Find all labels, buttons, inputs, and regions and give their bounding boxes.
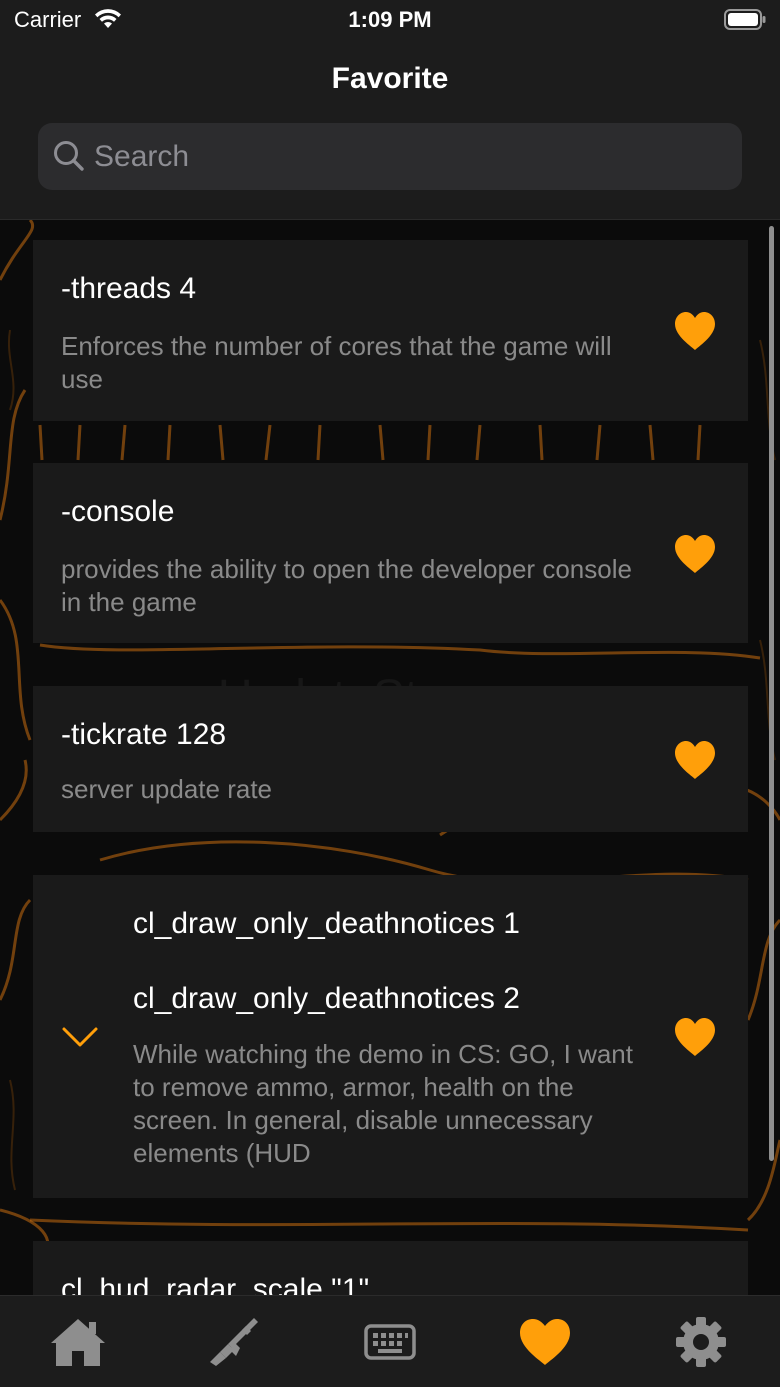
nav-header: Favorite (0, 40, 780, 220)
command-title: cl_draw_only_deathnotices 2 (133, 982, 520, 1015)
heart-icon[interactable] (515, 1316, 575, 1368)
page-title: Favorite (331, 62, 449, 95)
command-title: -console (61, 495, 175, 528)
search-bar[interactable] (38, 123, 742, 190)
gear-icon[interactable] (671, 1316, 731, 1368)
command-description: provides the ability to open the develop… (61, 554, 632, 617)
rifle-icon[interactable] (204, 1316, 264, 1368)
battery-icon (724, 9, 766, 30)
favorite-card-group[interactable]: cl_draw_only_deathnotices 1 cl_draw_only… (33, 875, 748, 1198)
command-description: While watching the demo in CS: GO, I wan… (133, 1039, 633, 1168)
command-title: -tickrate 128 (61, 718, 227, 751)
command-title: cl_hud_radar_scale "1" (61, 1273, 370, 1295)
tab-bar (0, 1295, 780, 1387)
heart-icon[interactable] (672, 739, 718, 781)
command-title: -threads 4 (61, 272, 197, 305)
favorite-card[interactable]: -tickrate 128 server update rate (33, 686, 748, 832)
status-bar: Carrier 1:09 PM (0, 0, 780, 40)
status-time: 1:09 PM (348, 7, 432, 32)
heart-icon[interactable] (672, 533, 718, 575)
favorites-list[interactable]: UpdateStar.com -threads 4 Enforces the n… (0, 220, 780, 1295)
keyboard-icon[interactable] (360, 1316, 420, 1368)
chevron-down-icon[interactable] (61, 1025, 99, 1049)
heart-icon[interactable] (672, 310, 718, 352)
command-description: Enforces the number of cores that the ga… (61, 331, 612, 394)
search-input[interactable] (94, 123, 724, 190)
command-title: cl_draw_only_deathnotices 1 (133, 907, 520, 940)
command-description: server update rate (61, 774, 273, 804)
home-icon[interactable] (48, 1316, 108, 1368)
scroll-indicator[interactable] (769, 226, 774, 1161)
favorite-card[interactable]: cl_hud_radar_scale "1" (33, 1241, 748, 1295)
favorite-card[interactable]: -threads 4 Enforces the number of cores … (33, 240, 748, 421)
favorite-card[interactable]: -console provides the ability to open th… (33, 463, 748, 643)
search-icon (54, 141, 84, 171)
heart-icon[interactable] (672, 1016, 718, 1058)
